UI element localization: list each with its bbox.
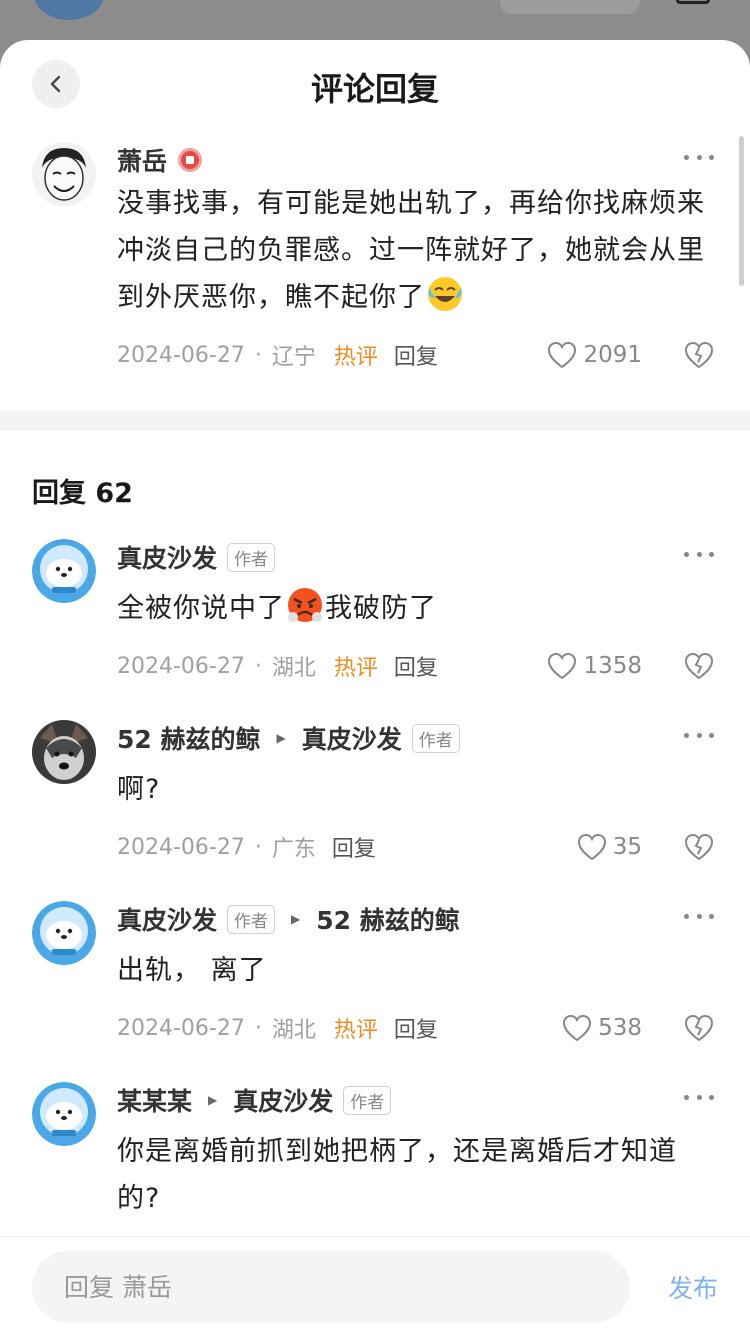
comment-location: 广东 — [271, 837, 316, 862]
reply-to-arrow-icon: ▶ — [291, 912, 301, 926]
comment-author-row: 某某某 ▶ 真皮沙发 作者 — [117, 1082, 750, 1118]
reply-to-author[interactable]: 52 赫兹的鲸 — [316, 901, 460, 937]
broken-heart-icon[interactable] — [684, 1014, 714, 1042]
comment-author-row: 真皮沙发 作者 ▶ 52 赫兹的鲸 — [117, 901, 750, 937]
comment-text: 你是离婚前抓到她把柄了，还是离婚后才知道的? — [117, 1136, 677, 1214]
comment-text: 没事找事，有可能是她出轨了，再给你找麻烦来冲淡自己的负罪感。过一阵就好了，她就会… — [117, 188, 705, 313]
reply-input[interactable] — [32, 1251, 630, 1323]
more-icon[interactable] — [684, 549, 714, 559]
avatar[interactable] — [32, 539, 96, 603]
background-follow-button — [500, 0, 640, 14]
reply-button[interactable]: 回复 — [394, 1012, 438, 1044]
reply-to-arrow-icon: ▶ — [208, 1093, 218, 1107]
comment-author[interactable]: 萧岳 — [117, 142, 167, 178]
publish-button[interactable]: 发布 — [668, 1269, 718, 1305]
hot-badge: 热评 — [333, 656, 378, 681]
comment-author[interactable]: 52 赫兹的鲸 — [117, 720, 261, 756]
hot-badge: 热评 — [333, 345, 378, 370]
comment-text: 出轨， 离了 — [117, 955, 267, 986]
comment-author[interactable]: 某某某 — [117, 1082, 192, 1118]
comment-text: 啊? — [117, 774, 161, 805]
comment-author[interactable]: 真皮沙发 — [117, 901, 217, 937]
more-icon[interactable] — [684, 911, 714, 921]
reply-button[interactable]: 回复 — [394, 650, 438, 682]
angry-face-emoji-icon — [288, 588, 322, 622]
comment-author[interactable]: 真皮沙发 — [117, 539, 217, 575]
heart-icon — [563, 1014, 592, 1042]
comment-author-row: 萧岳 — [117, 142, 750, 178]
reply-item: 真皮沙发 作者 全被你说中了 我破防了 2024-06-27 · 湖北 热评 回复… — [0, 539, 750, 686]
avatar[interactable] — [32, 720, 96, 784]
author-badge: 作者 — [227, 542, 276, 572]
author-badge: 作者 — [343, 1085, 392, 1115]
comment-location: 湖北 — [271, 1018, 316, 1043]
reply-button[interactable]: 回复 — [394, 339, 438, 371]
comment-author-row: 真皮沙发 作者 — [117, 539, 750, 575]
heart-icon — [548, 652, 577, 680]
medal-icon — [178, 148, 203, 172]
like-count: 2091 — [583, 342, 642, 368]
hot-badge: 热评 — [333, 1018, 378, 1043]
reply-to-arrow-icon: ▶ — [276, 731, 286, 745]
author-badge: 作者 — [227, 904, 276, 934]
like-button[interactable]: 2091 — [547, 341, 642, 369]
comment-location: 辽宁 — [271, 345, 316, 370]
comment-author-row: 52 赫兹的鲸 ▶ 真皮沙发 作者 — [117, 720, 750, 756]
main-comment: 萧岳 没事找事，有可能是她出轨了，再给你找麻烦来冲淡自己的负罪感。过一阵就好了，… — [0, 142, 750, 375]
background-icon — [676, 0, 710, 4]
page-title: 评论回复 — [310, 70, 439, 108]
broken-heart-icon[interactable] — [684, 341, 714, 369]
comment-date: 2024-06-27 — [117, 1015, 245, 1041]
reply-item: 真皮沙发 作者 ▶ 52 赫兹的鲸 出轨， 离了 2024-06-27 · 湖北… — [0, 901, 750, 1048]
more-icon[interactable] — [684, 730, 714, 740]
like-count: 35 — [612, 834, 642, 860]
comment-location: 湖北 — [271, 656, 316, 681]
comment-meta: 2024-06-27 · 湖北 热评 回复 538 — [117, 1008, 750, 1048]
reply-bar: 发布 — [0, 1236, 750, 1334]
like-button[interactable]: 35 — [577, 833, 642, 861]
reply-button[interactable]: 回复 — [332, 831, 376, 863]
comment-date: 2024-06-27 — [117, 834, 245, 860]
broken-heart-icon[interactable] — [684, 652, 714, 680]
comment-meta: 2024-06-27 · 辽宁 热评 回复 2091 — [117, 335, 750, 375]
reply-to-author[interactable]: 真皮沙发 — [233, 1082, 333, 1118]
sheet-header: 评论回复 — [0, 40, 750, 130]
heart-icon — [577, 833, 606, 861]
like-button[interactable]: 538 — [562, 1014, 642, 1042]
comment-meta: 2024-06-27 · 湖北 热评 回复 1358 — [117, 646, 750, 686]
comment-meta: 2024-06-27 · 广东 回复 35 — [117, 827, 750, 867]
comment-reply-sheet: 评论回复 萧岳 没事找事，有可能是她出轨了，再给你找麻烦来冲淡自己的负罪感。过一… — [0, 40, 750, 1334]
like-button[interactable]: 1358 — [547, 652, 642, 680]
broken-heart-icon[interactable] — [684, 833, 714, 861]
reply-item: 某某某 ▶ 真皮沙发 作者 你是离婚前抓到她把柄了，还是离婚后才知道的? — [0, 1082, 750, 1222]
avatar[interactable] — [32, 901, 96, 965]
more-icon[interactable] — [684, 152, 714, 162]
heart-icon — [548, 341, 577, 369]
section-divider — [0, 411, 750, 431]
laughing-face-emoji-icon — [428, 277, 462, 311]
replies-header: 回复 62 — [32, 478, 133, 509]
comment-text: 全被你说中了 我破防了 — [117, 585, 750, 632]
author-badge: 作者 — [411, 723, 460, 753]
comment-date: 2024-06-27 — [117, 653, 245, 679]
avatar[interactable] — [32, 1082, 96, 1146]
comment-date: 2024-06-27 — [117, 342, 245, 368]
like-count: 538 — [598, 1015, 642, 1041]
like-count: 1358 — [583, 653, 642, 679]
avatar[interactable] — [32, 142, 96, 206]
more-icon[interactable] — [684, 1092, 714, 1102]
reply-item: 52 赫兹的鲸 ▶ 真皮沙发 作者 啊? 2024-06-27 · 广东 回复 … — [0, 720, 750, 867]
reply-to-author[interactable]: 真皮沙发 — [302, 720, 402, 756]
